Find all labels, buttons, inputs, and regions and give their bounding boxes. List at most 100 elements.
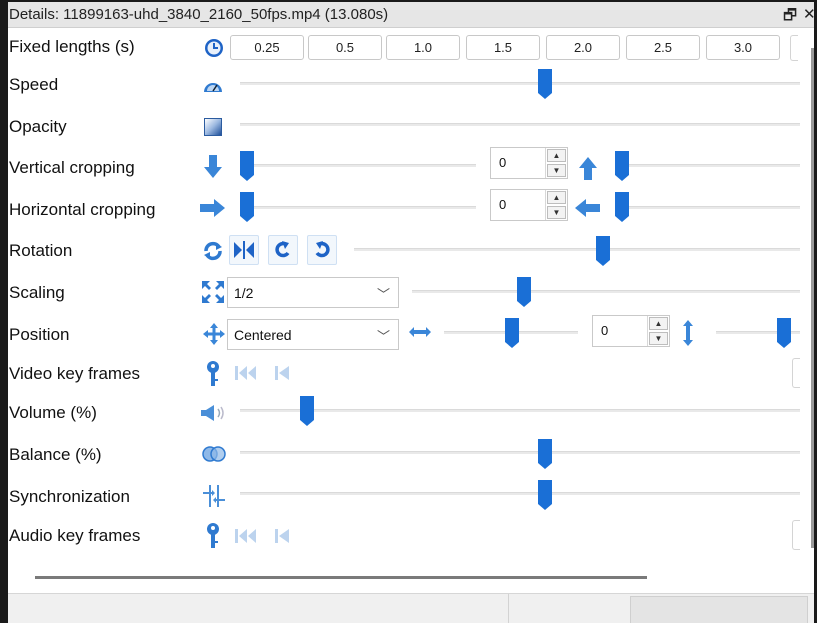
video-keyframe-overflow[interactable] (792, 358, 800, 388)
synchronization-slider-track[interactable] (240, 492, 800, 495)
arrow-up-icon (578, 156, 598, 180)
stepper-down-icon[interactable]: ▼ (547, 206, 566, 219)
fixed-length-button[interactable]: 1.5 (466, 35, 540, 60)
crop-top-slider-track[interactable] (254, 164, 476, 167)
rotate-right-icon (315, 241, 330, 258)
scaling-slider-track[interactable] (412, 290, 800, 293)
stepper-down-icon[interactable]: ▼ (547, 164, 566, 177)
rotate-left-button[interactable] (268, 235, 298, 265)
horizontal-arrows-icon (409, 325, 431, 339)
label-vertical-cropping: Vertical cropping (9, 158, 135, 177)
position-selected-value: Centered (234, 326, 292, 343)
key-icon[interactable] (205, 361, 221, 387)
balance-slider-track[interactable] (240, 451, 800, 454)
first-keyframe-icon[interactable] (234, 364, 258, 382)
chevron-down-icon: ﹀ (376, 329, 390, 344)
rotate-right-button[interactable] (307, 235, 337, 265)
scaling-dropdown[interactable]: 1/2 ﹀ (227, 277, 399, 308)
rotation-slider-track[interactable] (354, 248, 800, 251)
horizontal-crop-value[interactable]: 0 (491, 190, 545, 220)
opacity-slider-track[interactable] (240, 123, 800, 126)
speaker-icon (200, 404, 228, 422)
balance-circles-icon (202, 446, 226, 462)
label-volume: Volume (%) (9, 403, 97, 422)
fixed-length-button[interactable]: 3.0 (706, 35, 780, 60)
label-horizontal-cropping: Horizontal cropping (9, 200, 156, 219)
position-dropdown[interactable]: Centered ﹀ (227, 319, 399, 350)
position-value[interactable]: 0 (593, 316, 647, 346)
crop-left-slider-thumb[interactable] (240, 192, 254, 222)
fixed-length-button[interactable]: 2.5 (626, 35, 700, 60)
first-keyframe-icon[interactable] (234, 527, 258, 545)
rotate-left-icon (275, 241, 290, 258)
synchronization-slider-thumb[interactable] (538, 480, 552, 510)
fixed-length-button[interactable]: 2.0 (546, 35, 620, 60)
rotate-icon (203, 241, 223, 261)
audio-keyframe-overflow[interactable] (792, 520, 800, 550)
label-scaling: Scaling (9, 283, 65, 302)
vertical-scrollbar[interactable] (811, 48, 814, 548)
chevron-down-icon: ﹀ (376, 287, 390, 302)
flip-horizontal-button[interactable] (229, 235, 259, 265)
close-icon[interactable]: ✕ (803, 5, 816, 23)
label-audio-key-frames: Audio key frames (9, 526, 141, 545)
move-icon (203, 323, 225, 345)
stepper-up-icon[interactable]: ▲ (649, 317, 668, 330)
fixed-length-button[interactable]: 1.0 (386, 35, 460, 60)
scaling-slider-thumb[interactable] (517, 277, 531, 307)
sync-icon (202, 484, 226, 508)
horizontal-scrollbar[interactable] (35, 576, 647, 579)
horizontal-crop-stepper[interactable]: 0 ▲ ▼ (490, 189, 568, 221)
scale-expand-icon (201, 280, 225, 304)
fixed-length-button[interactable]: 0.25 (230, 35, 304, 60)
key-icon[interactable] (205, 523, 221, 549)
arrow-left-icon (574, 199, 600, 219)
title-bar: Details: 11899163-uhd_3840_2160_50fps.mp… (8, 2, 816, 30)
stepper-down-icon[interactable]: ▼ (649, 332, 668, 345)
previous-keyframe-icon[interactable] (273, 527, 291, 545)
status-divider (508, 594, 509, 623)
position-x-slider-thumb[interactable] (505, 318, 519, 348)
balance-slider-thumb[interactable] (538, 439, 552, 469)
position-y-slider-thumb[interactable] (777, 318, 791, 348)
window-title: Details: 11899163-uhd_3840_2160_50fps.mp… (9, 6, 389, 23)
restore-icon[interactable]: 🗗 (783, 5, 797, 30)
crop-top-slider-thumb[interactable] (240, 151, 254, 181)
crop-bottom-slider-thumb[interactable] (615, 151, 629, 181)
crop-right-slider-thumb[interactable] (615, 192, 629, 222)
crop-bottom-slider-track[interactable] (629, 164, 800, 167)
label-balance: Balance (%) (9, 445, 102, 464)
opacity-gradient-icon (204, 118, 222, 136)
previous-keyframe-icon[interactable] (273, 364, 291, 382)
position-stepper[interactable]: 0 ▲ ▼ (592, 315, 670, 347)
vertical-arrows-icon (682, 320, 694, 346)
vertical-crop-stepper[interactable]: 0 ▲ ▼ (490, 147, 568, 179)
vertical-crop-value[interactable]: 0 (491, 148, 545, 178)
label-opacity: Opacity (9, 117, 67, 136)
flip-icon (234, 241, 254, 259)
stepper-up-icon[interactable]: ▲ (547, 149, 566, 162)
label-rotation: Rotation (9, 241, 73, 260)
label-speed: Speed (9, 75, 59, 94)
crop-left-slider-track[interactable] (254, 206, 476, 209)
status-bar (8, 593, 814, 623)
fixed-length-overflow-button[interactable] (790, 35, 798, 61)
label-video-key-frames: Video key frames (9, 364, 141, 383)
label-position: Position (9, 325, 70, 344)
clock-icon[interactable] (204, 38, 224, 58)
label-fixed-lengths: Fixed lengths (s) (9, 37, 135, 56)
speedometer-icon (203, 78, 223, 98)
scaling-selected-value: 1/2 (234, 284, 254, 301)
rotation-slider-thumb[interactable] (596, 236, 610, 266)
fixed-length-button[interactable]: 0.5 (308, 35, 382, 60)
speed-slider-thumb[interactable] (538, 69, 552, 99)
label-synchronization: Synchronization (9, 487, 130, 506)
arrow-right-icon (200, 199, 226, 219)
status-panel (630, 596, 808, 623)
stepper-up-icon[interactable]: ▲ (547, 191, 566, 204)
crop-right-slider-track[interactable] (629, 206, 800, 209)
volume-slider-thumb[interactable] (300, 396, 314, 426)
arrow-down-icon (203, 155, 223, 178)
speed-slider-track[interactable] (240, 82, 800, 85)
volume-slider-track[interactable] (240, 409, 800, 412)
